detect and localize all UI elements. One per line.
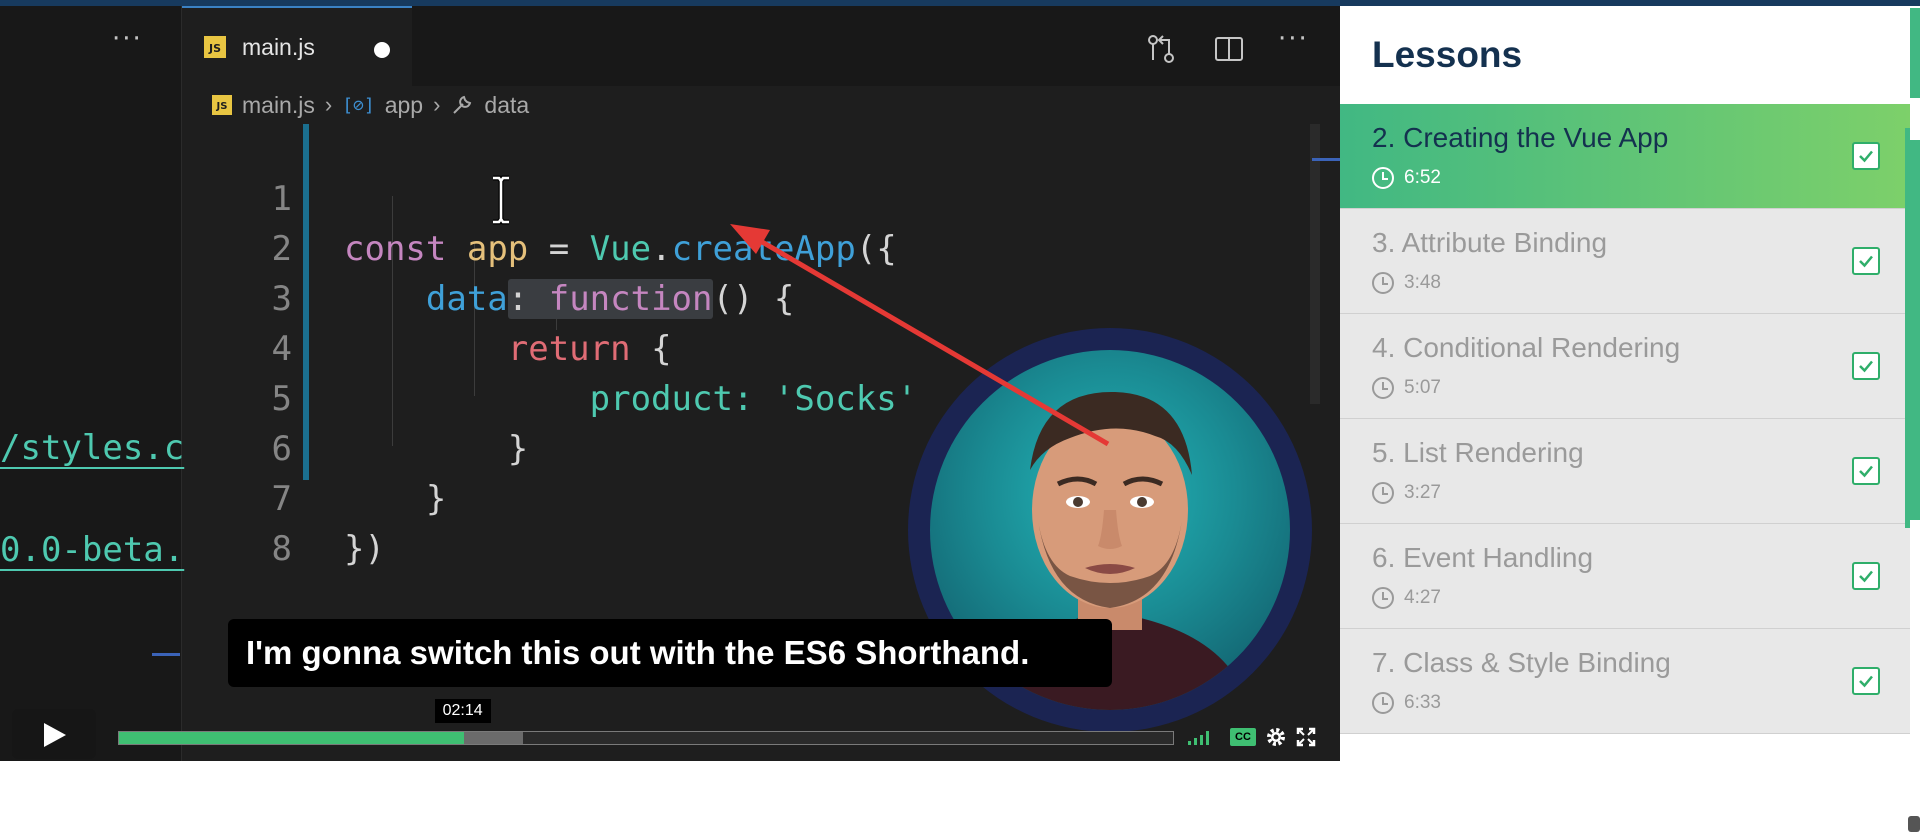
more-icon: ··· (112, 24, 143, 54)
left-code-snippet: 0.0-beta. (0, 530, 185, 570)
lesson-duration-text: 5:07 (1404, 377, 1441, 398)
video-player[interactable]: ··· /styles.c 0.0-beta. JS main.js ··· J… (0, 6, 1340, 761)
scrollbar-marker (1312, 158, 1340, 161)
more-icon: ··· (1278, 24, 1309, 54)
progress-played (119, 732, 464, 744)
lesson-list: 2. Creating the Vue App 6:52 3. Attribute … (1340, 104, 1910, 734)
lesson-duration: 3:27 (1372, 481, 1441, 505)
lesson-duration: 5:07 (1372, 376, 1441, 400)
editor-left-pane: ··· /styles.c 0.0-beta. (0, 6, 185, 761)
lesson-duration: 6:52 (1372, 166, 1441, 190)
volume-icon[interactable] (1186, 727, 1214, 747)
lesson-duration-text: 4:27 (1404, 587, 1441, 608)
code-line-2: 2 data: function() { (271, 229, 795, 319)
lesson-item[interactable]: 6. Event Handling 4:27 (1340, 524, 1910, 629)
breadcrumb-file: main.js (242, 91, 315, 118)
checkbox-checked-icon[interactable] (1852, 142, 1880, 170)
page: ··· /styles.c 0.0-beta. JS main.js ··· J… (0, 0, 1920, 832)
clock-icon (1372, 272, 1394, 294)
lesson-item[interactable]: 5. List Rendering 3:27 (1340, 419, 1910, 524)
gear-icon[interactable] (1264, 725, 1288, 749)
js-file-icon: JS (204, 36, 226, 58)
video-controls: 02:14 CC (0, 699, 1340, 761)
compare-changes-icon (1148, 35, 1174, 63)
sidebar-title: Lessons (1372, 34, 1523, 75)
editor-scrollbar[interactable] (1310, 124, 1320, 404)
lesson-duration-text: 3:27 (1404, 482, 1441, 503)
checkbox-checked-icon[interactable] (1852, 352, 1880, 380)
lesson-duration: 4:27 (1372, 586, 1441, 610)
editor-tab-bar: JS main.js ··· (182, 6, 1340, 86)
breadcrumb: JS main.js › [⊘] app › data (212, 88, 529, 122)
chevron-right-icon: › (324, 92, 333, 117)
breadcrumb-symbol-app: app (384, 91, 424, 118)
checkbox-checked-icon[interactable] (1852, 667, 1880, 695)
split-editor-icon (1215, 37, 1243, 61)
lesson-title: 7. Class & Style Binding (1372, 647, 1671, 678)
page-scrollbar-thumb[interactable] (1910, 140, 1920, 520)
lesson-duration: 3:48 (1372, 271, 1441, 295)
lesson-duration: 6:33 (1372, 691, 1441, 715)
checkbox-checked-icon[interactable] (1852, 457, 1880, 485)
clock-icon (1372, 377, 1394, 399)
lesson-title: 3. Attribute Binding (1372, 227, 1608, 258)
wrench-icon (453, 95, 472, 114)
chevron-right-icon: › (433, 92, 441, 117)
time-tooltip: 02:14 (434, 699, 491, 723)
progress-buffered (463, 732, 523, 744)
clock-icon (1372, 482, 1394, 504)
code-line-4: 4 product: 'Socks' (271, 329, 918, 419)
lessons-sidebar: Lessons 2. Creating the Vue App 6:52 3. At… (1340, 8, 1910, 761)
lesson-item[interactable]: 7. Class & Style Binding 6:33 (1340, 629, 1910, 734)
symbol-icon: [⊘] (342, 94, 375, 116)
minimap-marker (152, 653, 180, 656)
tab-label: main.js (242, 34, 315, 60)
clock-icon (1372, 587, 1394, 609)
subtitle-caption: I'm gonna switch this out with the ES6 S… (228, 619, 1112, 687)
cc-icon[interactable]: CC (1230, 728, 1256, 746)
scroll-handle[interactable] (1908, 816, 1920, 832)
lesson-title: 5. List Rendering (1372, 437, 1584, 468)
play-icon (44, 723, 66, 747)
checkbox-checked-icon[interactable] (1852, 562, 1880, 590)
lesson-item[interactable]: 4. Conditional Rendering 5:07 (1340, 314, 1910, 419)
unsaved-dot-icon (374, 42, 390, 58)
lesson-duration-text: 6:33 (1404, 692, 1441, 713)
lesson-duration-text: 6:52 (1404, 167, 1441, 188)
checkbox-checked-icon[interactable] (1852, 247, 1880, 275)
left-code-snippet: /styles.c (0, 428, 185, 468)
breadcrumb-symbol-data: data (484, 91, 530, 118)
js-file-icon: JS (212, 95, 232, 115)
clock-icon (1372, 167, 1394, 189)
lesson-title: 2. Creating the Vue App (1372, 122, 1669, 153)
code-line-3: 3 return { (271, 279, 672, 369)
text-cursor-icon (493, 175, 509, 225)
code-line-1: 1 const app = Vue.createApp({ (271, 179, 897, 269)
fullscreen-icon[interactable] (1296, 727, 1316, 747)
play-button[interactable] (12, 709, 96, 759)
lesson-item[interactable]: 2. Creating the Vue App 6:52 (1340, 104, 1910, 209)
lesson-item[interactable]: 3. Attribute Binding 3:48 (1340, 209, 1910, 314)
tab-main-js: JS main.js (182, 6, 412, 86)
lesson-title: 4. Conditional Rendering (1372, 332, 1681, 363)
page-scrollbar[interactable] (1910, 8, 1920, 98)
clock-icon (1372, 692, 1394, 714)
lesson-title: 6. Event Handling (1372, 542, 1594, 573)
progress-bar[interactable] (118, 731, 1174, 745)
lesson-duration-text: 3:48 (1404, 272, 1441, 293)
